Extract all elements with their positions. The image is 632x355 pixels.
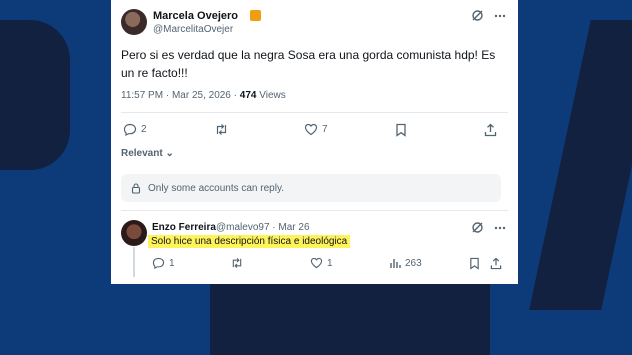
grok-icon[interactable] (471, 221, 484, 234)
reply-bookmark-button[interactable] (469, 257, 480, 270)
author-handle[interactable]: @MarcelitaOvejer (153, 24, 233, 35)
views-label: Views (259, 90, 286, 101)
reply-icon (152, 257, 165, 269)
verified-badge-icon (250, 10, 261, 21)
tweet-card: Marcela Ovejero @MarcelitaOvejer Pero si… (111, 0, 518, 284)
views-icon (390, 259, 401, 268)
share-button[interactable] (484, 123, 497, 137)
chevron-down-icon: ⌄ (165, 148, 174, 159)
more-icon[interactable] (494, 14, 506, 18)
relevant-label: Relevant (121, 148, 163, 159)
bookmark-icon (396, 123, 406, 137)
reply-author-handle[interactable]: @malevo97 · Mar 26 (216, 222, 310, 233)
avatar[interactable] (121, 9, 147, 35)
reply-reply-count: 1 (169, 257, 175, 269)
reply-icon (123, 123, 137, 136)
reply-reply-button[interactable]: 1 (152, 257, 175, 269)
reply-text: Solo hice una descripción física e ideol… (148, 235, 351, 248)
reply-restriction-notice: Only some accounts can reply. (121, 174, 501, 202)
lock-icon (131, 182, 141, 194)
bg-shape-bottom (210, 284, 490, 355)
reply-button[interactable]: 2 (123, 123, 147, 136)
share-icon (490, 257, 502, 270)
retweet-button[interactable] (214, 123, 229, 136)
share-icon (484, 123, 497, 137)
bookmark-icon (470, 257, 479, 270)
author-name[interactable]: Marcela Ovejero (153, 10, 238, 22)
relevant-dropdown[interactable]: Relevant ⌄ (121, 148, 174, 159)
tweet-meta: 11:57 PM · Mar 25, 2026 · 474 Views (121, 90, 286, 101)
reply-like-button[interactable]: 1 (310, 257, 333, 269)
reply-like-count: 1 (327, 257, 333, 269)
reply-share-button[interactable] (490, 257, 502, 270)
notice-text: Only some accounts can reply. (148, 182, 284, 194)
like-icon (304, 123, 318, 136)
bookmark-button[interactable] (395, 123, 407, 137)
reply-views-count: 263 (405, 257, 422, 269)
divider (121, 210, 508, 211)
reply-retweet-button[interactable] (230, 257, 244, 269)
reply-top-actions (471, 221, 506, 234)
thread-line (133, 247, 135, 277)
reply-count: 2 (141, 124, 147, 135)
grok-icon[interactable] (471, 9, 484, 22)
like-icon (310, 257, 323, 269)
views-count: 474 (239, 90, 257, 101)
like-button[interactable]: 7 (304, 123, 328, 136)
reply-author-name[interactable]: Enzo Ferreira (152, 222, 216, 233)
tweet-time[interactable]: 11:57 PM · Mar 25, 2026 · (121, 90, 237, 101)
retweet-icon (232, 257, 242, 269)
divider (121, 112, 508, 113)
reply-views-button[interactable]: 263 (389, 257, 422, 269)
more-icon[interactable] (494, 226, 506, 230)
bg-shape-right (529, 20, 632, 310)
reply-avatar[interactable] (121, 220, 147, 246)
bg-shape-left (0, 20, 70, 170)
tweet-text: Pero si es verdad que la negra Sosa era … (121, 48, 496, 80)
retweet-icon (216, 124, 227, 135)
like-count: 7 (322, 124, 328, 135)
tweet-top-actions (471, 9, 506, 22)
